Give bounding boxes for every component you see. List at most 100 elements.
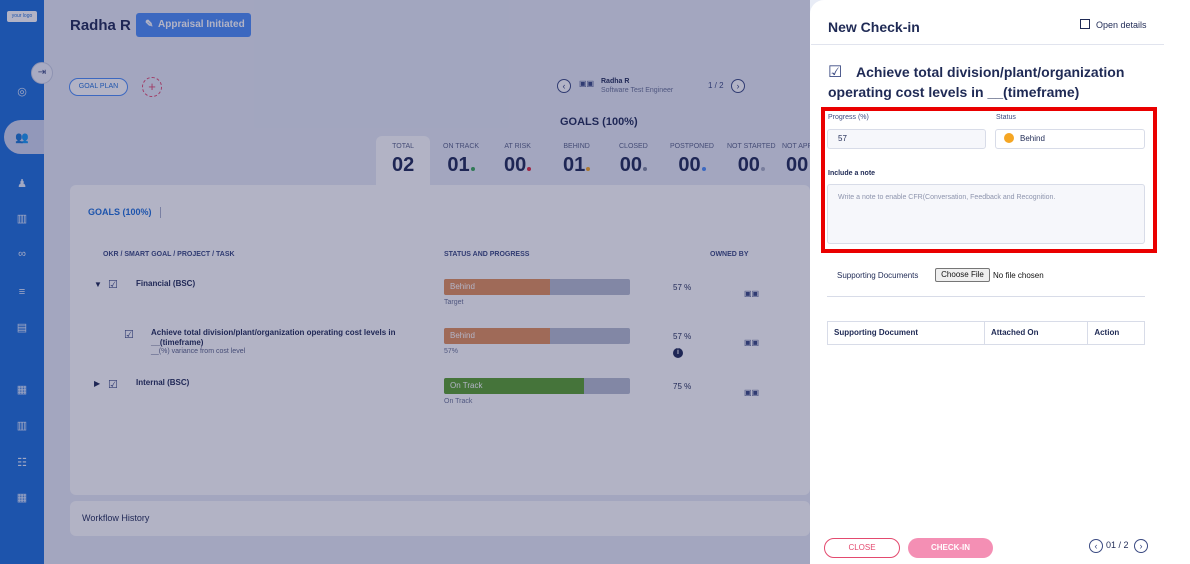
column-header-owner: OWNED BY [710, 251, 749, 258]
workflow-history-label: Workflow History [82, 513, 150, 523]
no-file-text: No file chosen [993, 271, 1044, 280]
progress-percent: 75 % [673, 382, 692, 391]
stat-at-risk[interactable]: AT RISK 00 [504, 143, 532, 177]
stat-value: 01 [563, 154, 591, 177]
goal-pager: 01 / 2 [1106, 540, 1129, 550]
stat-total[interactable]: TOTAL 02 [392, 143, 414, 177]
goal-heading: Achieve total division/plant/organizatio… [828, 64, 1125, 100]
collapse-sidebar-button[interactable]: ⇥ [31, 62, 53, 84]
previous-goal-button[interactable]: ‹ [1089, 539, 1103, 553]
next-goal-button[interactable]: › [1134, 539, 1148, 553]
owner-avatar-icon: ▣▣ [744, 338, 760, 347]
status-select[interactable]: Behind [995, 129, 1145, 149]
stat-value: 01 [443, 154, 479, 177]
progress-percent: 57 % [673, 332, 692, 341]
stat-label: NOT APP [782, 143, 813, 150]
owner-avatar-icon: ▣▣ [744, 289, 760, 298]
switcher-employee-name: Radha R [601, 78, 630, 85]
panel-divider [811, 44, 1164, 45]
goal-plan-button[interactable]: GOAL PLAN [69, 78, 128, 96]
owner-avatar-icon: ▣▣ [744, 388, 760, 397]
check-in-button[interactable]: CHECK-IN [908, 538, 993, 558]
appraisal-status-badge[interactable]: ✎ Appraisal Initiated [136, 13, 251, 37]
info-icon[interactable]: i [673, 348, 683, 358]
choose-file-button[interactable]: Choose File [935, 268, 990, 282]
stat-label: NOT STARTED [727, 143, 776, 150]
employee-name: Radha R [70, 17, 131, 34]
status-dot-icon [760, 167, 765, 171]
stat-on-track[interactable]: ON TRACK 01 [443, 143, 479, 177]
status-dot-icon [527, 167, 532, 171]
progress-bar: Behind [444, 328, 630, 344]
goal-row-title[interactable]: Financial (BSC) [136, 279, 195, 288]
supporting-documents-label: Supporting Documents [837, 271, 919, 280]
stat-value: 00 [619, 154, 648, 177]
stat-label: TOTAL [392, 143, 415, 150]
pencil-icon: ✎ [145, 19, 154, 30]
status-dot-icon [701, 167, 706, 171]
previous-employee-button[interactable]: ‹ [557, 79, 571, 93]
status-label: Status [996, 114, 1016, 121]
stat-closed[interactable]: CLOSED 00 [619, 143, 648, 177]
progress-bar-fill: On Track [444, 378, 584, 394]
status-dot-icon [643, 167, 648, 171]
person-icon[interactable]: ♟ [13, 174, 31, 192]
task-icon: ☑ [108, 379, 118, 391]
app-root: your logo ◎ 👥 ♟ ▥ ∞ ≡ ▤ ▦ ▥ ☷ ▦ Radha R … [0, 0, 1190, 564]
stat-value: 00 [727, 154, 776, 177]
column-header-document: Supporting Document [828, 322, 985, 344]
next-employee-button[interactable]: › [731, 79, 745, 93]
add-goal-button[interactable]: + [142, 77, 162, 97]
expand-caret-icon[interactable]: ▶ [94, 379, 100, 388]
report-icon[interactable]: ▦ [13, 488, 31, 506]
supporting-divider [827, 296, 1145, 297]
goal-row-title[interactable]: Achieve total division/plant/organizatio… [151, 328, 421, 348]
stat-value: 00 [670, 154, 714, 177]
stat-value-text: 00 [737, 154, 760, 176]
progress-bar-fill: Behind [444, 279, 551, 295]
stat-value-text: 00 [785, 154, 809, 176]
note-label: Include a note [828, 170, 876, 177]
progress-sublabel: On Track [444, 398, 473, 405]
stat-value-text: 01 [447, 154, 470, 176]
workflow-history-section[interactable]: Workflow History [70, 501, 810, 536]
supporting-documents-table: Supporting Document Attached On Action [827, 321, 1145, 345]
stat-label: BEHIND [563, 143, 590, 150]
switcher-employee-role: Software Test Engineer [601, 87, 674, 94]
open-details-link[interactable]: Open details [1080, 19, 1147, 30]
goal-row-title[interactable]: Internal (BSC) [136, 378, 189, 387]
stat-label: CLOSED [619, 143, 648, 150]
stat-value-text: 00 [678, 154, 701, 176]
close-button[interactable]: CLOSE [824, 538, 900, 558]
handshake-icon[interactable]: ∞ [13, 245, 31, 263]
bar-chart-icon[interactable]: ≡ [13, 283, 31, 301]
expand-caret-icon[interactable]: ▼ [94, 280, 102, 289]
note-textarea[interactable]: Write a note to enable CFR(Conversation,… [827, 184, 1145, 244]
status-dot-icon [470, 167, 475, 171]
column-header-action: Action [1094, 328, 1120, 337]
group-icon[interactable]: ☷ [13, 453, 31, 471]
stat-postponed[interactable]: POSTPONED 00 [670, 143, 714, 177]
external-link-icon [1080, 19, 1090, 29]
progress-sublabel: 57% [444, 348, 459, 355]
library-icon[interactable]: ▥ [13, 416, 31, 434]
stat-behind[interactable]: BEHIND 01 [563, 143, 591, 177]
goal-row-subtitle: __(%) variance from cost level [151, 348, 246, 355]
target-icon[interactable]: ◎ [13, 82, 31, 100]
stat-label: POSTPONED [670, 143, 714, 150]
book-icon[interactable]: ▥ [13, 209, 31, 227]
progress-input[interactable]: 57 [827, 129, 986, 149]
progress-bar: Behind [444, 279, 630, 295]
stat-value-text: 00 [619, 154, 643, 176]
team-icon: 👥 [15, 131, 29, 144]
status-select-value: Behind [1020, 134, 1045, 143]
stat-not-app[interactable]: NOT APP 00 [782, 143, 812, 177]
tab-divider [160, 207, 161, 218]
stat-value-text: 02 [392, 154, 415, 176]
stat-not-started[interactable]: NOT STARTED 00 [727, 143, 776, 177]
document-icon[interactable]: ▤ [13, 318, 31, 336]
analytics-icon[interactable]: ▦ [13, 380, 31, 398]
sidebar-item-team-active[interactable]: 👥 [4, 120, 44, 154]
tab-goals[interactable]: GOALS (100%) [88, 207, 152, 217]
column-header-goal: OKR / SMART GOAL / PROJECT / TASK [103, 251, 235, 258]
